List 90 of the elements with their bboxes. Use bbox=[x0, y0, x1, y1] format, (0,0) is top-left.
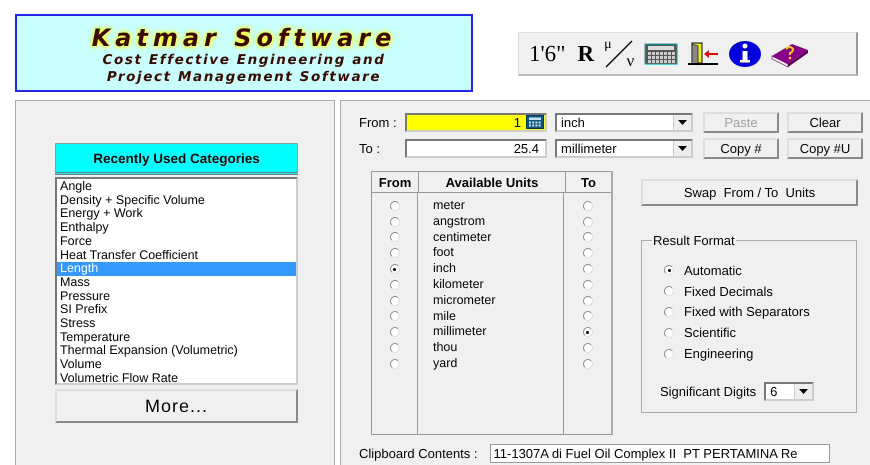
radio-button[interactable] bbox=[390, 216, 400, 227]
result-field[interactable]: 25.4 bbox=[405, 138, 547, 158]
dropdown-arrow-icon bbox=[799, 388, 808, 394]
radio-button[interactable] bbox=[390, 311, 400, 322]
unit-name: yard bbox=[432, 356, 458, 372]
radio-button[interactable] bbox=[664, 265, 674, 276]
category-item[interactable]: SI Prefix bbox=[57, 303, 296, 318]
unit-name: kilometer bbox=[432, 276, 485, 293]
category-item[interactable]: Pressure bbox=[57, 290, 296, 304]
field-label: From : bbox=[359, 114, 398, 130]
action-button[interactable]: Copy #U bbox=[787, 138, 863, 158]
clipboard-field: 11-1307A di Fuel Oil Complex II PT PERTAMINA Re bbox=[490, 444, 830, 463]
radio-button[interactable] bbox=[582, 264, 592, 274]
category-item[interactable]: Stress bbox=[57, 317, 296, 331]
radio-button[interactable] bbox=[390, 232, 400, 242]
radio-button[interactable] bbox=[582, 280, 592, 290]
category-item[interactable]: Temperature bbox=[57, 330, 296, 344]
info-icon[interactable] bbox=[728, 38, 762, 68]
group-title: Result Format bbox=[652, 233, 736, 248]
field-label: To : bbox=[359, 140, 381, 156]
logo-title: Katmar Software bbox=[92, 24, 396, 52]
unit-name: angstrom bbox=[432, 214, 486, 230]
option-label: Fixed with Separators bbox=[684, 304, 810, 320]
unit-name: mile bbox=[432, 308, 457, 324]
radio-button[interactable] bbox=[390, 200, 400, 211]
unit-name: inch bbox=[432, 261, 457, 277]
unit-name: foot bbox=[432, 245, 455, 262]
option-label: Automatic bbox=[684, 262, 742, 278]
list-header: Recently Used Categories bbox=[55, 143, 298, 175]
radio-button[interactable] bbox=[390, 327, 400, 338]
unit-name: thou bbox=[432, 340, 458, 356]
radio-button[interactable] bbox=[664, 348, 674, 359]
category-item[interactable]: Heat Transfer Coefficient bbox=[57, 248, 296, 262]
column-header: To bbox=[580, 174, 597, 192]
radio-button[interactable] bbox=[582, 216, 592, 227]
category-item[interactable]: Density + Specific Volume bbox=[57, 194, 296, 208]
exit-door-icon[interactable] bbox=[686, 40, 720, 66]
option-label: Scientific bbox=[684, 325, 736, 340]
toolbar-button[interactable]: 1'6" bbox=[529, 40, 566, 66]
radio-button[interactable] bbox=[664, 306, 674, 317]
radio-button[interactable] bbox=[390, 343, 400, 354]
toolbar-button[interactable]: R bbox=[578, 40, 594, 66]
radio-button[interactable] bbox=[390, 296, 400, 306]
option-label: Fixed Decimals bbox=[684, 284, 773, 299]
radio-button[interactable] bbox=[390, 358, 400, 369]
digits-dropdown[interactable]: 6 bbox=[764, 382, 814, 401]
radio-button[interactable] bbox=[582, 343, 592, 354]
calculator-icon[interactable] bbox=[526, 115, 544, 129]
radio-button[interactable] bbox=[664, 328, 674, 338]
category-item[interactable]: Thermal Expansion (Volumetric) bbox=[57, 344, 296, 358]
radio-button[interactable] bbox=[390, 248, 400, 258]
radio-button[interactable] bbox=[390, 264, 400, 274]
category-item[interactable]: Angle bbox=[57, 180, 296, 194]
action-button[interactable]: Clear bbox=[787, 112, 863, 132]
category-item[interactable]: Energy + Work bbox=[57, 207, 296, 222]
category-item[interactable]: Mass bbox=[57, 276, 296, 290]
radio-button[interactable] bbox=[390, 280, 400, 290]
radio-button[interactable] bbox=[582, 296, 592, 306]
input-field[interactable]: 1 bbox=[405, 112, 547, 132]
unit-dropdown[interactable]: millimeter bbox=[555, 138, 693, 158]
logo-subtitle: Cost Effective Engineering and bbox=[102, 52, 386, 69]
more-button[interactable]: More... bbox=[55, 389, 298, 423]
field-label: Significant Digits bbox=[660, 384, 756, 399]
logo-subtitle: Project Management Software bbox=[106, 69, 382, 86]
category-item[interactable]: Force bbox=[57, 234, 296, 249]
category-item[interactable]: Volumetric Flow Rate bbox=[57, 372, 296, 386]
radio-button[interactable] bbox=[582, 248, 592, 258]
dropdown-arrow-icon bbox=[678, 146, 687, 150]
unit-dropdown[interactable]: inch bbox=[555, 112, 693, 132]
radio-button[interactable] bbox=[582, 200, 592, 211]
radio-button[interactable] bbox=[582, 327, 592, 338]
column-header: Available Units bbox=[419, 172, 566, 192]
dropdown-arrow-icon bbox=[678, 120, 687, 124]
viscosity-button[interactable]: μ ν bbox=[602, 38, 636, 68]
option-label: Engineering bbox=[684, 346, 754, 362]
radio-button[interactable] bbox=[582, 232, 592, 242]
unit-name: micrometer bbox=[432, 292, 497, 309]
calculator-icon[interactable] bbox=[644, 42, 678, 64]
radio-button[interactable] bbox=[582, 311, 592, 322]
unit-name: meter bbox=[432, 198, 466, 214]
swap-button[interactable]: Swap From / To Units bbox=[641, 179, 858, 206]
unit-name: millimeter bbox=[432, 324, 488, 340]
category-item[interactable]: Volume bbox=[57, 358, 296, 372]
unit-name: centimeter bbox=[432, 230, 492, 246]
radio-button[interactable] bbox=[664, 286, 674, 296]
field-label: Clipboard Contents : bbox=[359, 446, 478, 461]
category-item[interactable]: Enthalpy bbox=[57, 221, 296, 235]
radio-button[interactable] bbox=[582, 358, 592, 369]
action-button[interactable]: Copy # bbox=[703, 138, 779, 158]
column-header: From bbox=[372, 172, 419, 192]
